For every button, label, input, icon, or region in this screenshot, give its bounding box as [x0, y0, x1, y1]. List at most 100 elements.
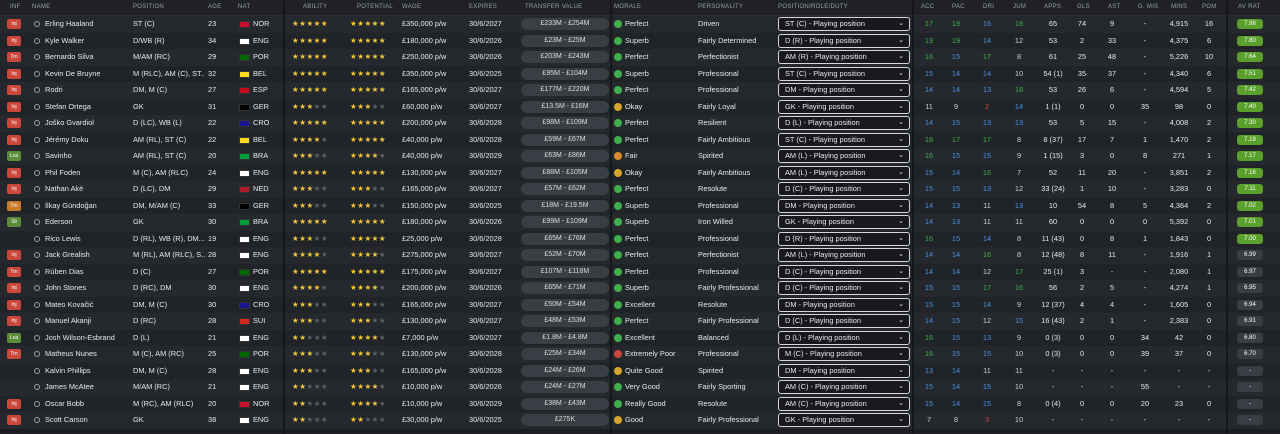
table-row[interactable]: Rico Lewis D (RL), WB (R), DM... 19 ENG ★★★★…	[0, 230, 1280, 248]
status-badge[interactable]: Inj	[7, 118, 21, 128]
transfer-value[interactable]: £88M - £105M	[521, 166, 609, 179]
player-name[interactable]: Manuel Akanji	[45, 313, 130, 330]
header-potential[interactable]: POTENTIAL	[357, 4, 393, 10]
role-dropdown[interactable]: ST (C) - Playing position ⌄	[778, 132, 910, 147]
table-row[interactable]: Trn Rúben Dias D (C) 27 POR ★★★★★ ★★★★★ £175,00…	[0, 263, 1280, 281]
status-badge[interactable]: Inj	[7, 85, 21, 95]
player-name[interactable]: Ederson	[45, 214, 130, 231]
transfer-value[interactable]: £275K	[521, 414, 609, 426]
transfer-value[interactable]: £107M - £118M	[521, 265, 609, 278]
transfer-value[interactable]: £24M - £26M	[521, 364, 609, 377]
transfer-value[interactable]: £99M - £109M	[521, 216, 609, 228]
player-name[interactable]: Scott Carson	[45, 412, 130, 429]
table-row[interactable]: Inj Rodri DM, M (C) 27 ESP ★★★★★ ★★★★★ £165,000…	[0, 82, 1280, 99]
transfer-value[interactable]: £65M - £71M	[521, 282, 609, 294]
role-dropdown[interactable]: D (C) - Playing position ⌄	[778, 264, 910, 279]
transfer-value[interactable]: £59M - £67M	[521, 133, 609, 146]
status-badge[interactable]: Loa	[7, 332, 21, 343]
header-pom[interactable]: POM	[1202, 4, 1217, 10]
header-gls[interactable]: GLS	[1077, 4, 1090, 10]
role-dropdown[interactable]: ST (C) - Playing position ⌄	[778, 17, 910, 31]
status-badge[interactable]: Inj	[7, 68, 21, 79]
role-dropdown[interactable]: AM (C) - Playing position ⌄	[778, 380, 910, 394]
table-row[interactable]: Loa Josh Wilson-Esbrand D (L) 21 ENG ★★★★★ ★★★…	[0, 329, 1280, 346]
transfer-value[interactable]: £23M - £25M	[521, 34, 609, 47]
player-name[interactable]: Phil Foden	[45, 165, 130, 182]
player-name[interactable]: Kalvin Phillips	[45, 363, 130, 380]
table-row[interactable]: Inj Oscar Bobb M (RC), AM (RLC) 20 NOR ★★★★★ ★…	[0, 395, 1280, 413]
transfer-value[interactable]: £57M - £62M	[521, 183, 609, 195]
role-dropdown[interactable]: GK - Playing position ⌄	[778, 215, 910, 229]
player-name[interactable]: Nathan Aké	[45, 181, 130, 198]
player-name[interactable]: Oscar Bobb	[45, 396, 130, 413]
status-badge[interactable]: Trn	[7, 52, 21, 62]
header-ability[interactable]: ABILITY	[303, 4, 327, 10]
transfer-value[interactable]: £18M - £19.5M	[521, 199, 609, 212]
header-personality[interactable]: PERSONALITY	[698, 4, 743, 10]
table-row[interactable]: Trn Matheus Nunes M (C), AM (RC) 25 POR ★★★★★…	[0, 346, 1280, 363]
table-row[interactable]: Inj Erling Haaland ST (C) 23 NOR ★★★★★ ★★★★★ £3…	[0, 16, 1280, 33]
role-dropdown[interactable]: AM (R) - Playing position ⌄	[778, 50, 910, 64]
table-row[interactable]: Trn Bernardo Silva M/AM (RC) 29 POR ★★★★★ ★★★★…	[0, 49, 1280, 66]
transfer-value[interactable]: £48M - £53M	[521, 315, 609, 327]
table-row[interactable]: Inj Jack Grealish M (RL), AM (RLC), S... 28…	[0, 247, 1280, 264]
player-name[interactable]: Kevin De Bruyne	[45, 66, 130, 83]
role-dropdown[interactable]: D (C) - Playing position ⌄	[778, 182, 910, 196]
table-row[interactable]: Loa Savinho AM (RL), ST (C) 20 BRA ★★★★★ ★★★★★…	[0, 148, 1280, 165]
role-dropdown[interactable]: DM - Playing position ⌄	[778, 198, 910, 213]
header-name[interactable]: NAME	[32, 4, 51, 10]
player-name[interactable]: Rúben Dias	[45, 264, 130, 281]
player-name[interactable]: Rodri	[45, 82, 130, 99]
player-name[interactable]: Kyle Walker	[45, 33, 130, 50]
status-badge[interactable]: Inj	[7, 134, 21, 145]
header-gmis[interactable]: G. MIS	[1138, 4, 1158, 10]
table-row[interactable]: Inj Manuel Akanji D (RC) 28 SUI ★★★★★ ★★★★★ £13…	[0, 313, 1280, 330]
header-acc[interactable]: ACC	[921, 4, 935, 10]
player-name[interactable]: Erling Haaland	[45, 16, 130, 33]
player-name[interactable]: Mateo Kovačić	[45, 297, 130, 314]
status-badge[interactable]: Trn	[7, 349, 21, 359]
role-dropdown[interactable]: D (L) - Playing position ⌄	[778, 330, 910, 345]
status-badge[interactable]: Inj	[7, 35, 21, 46]
header-ast[interactable]: AST	[1108, 4, 1121, 10]
status-badge[interactable]: Inj	[7, 398, 21, 409]
role-dropdown[interactable]: D (C) - Playing position ⌄	[778, 281, 910, 295]
transfer-value[interactable]: £1.8M - £4.8M	[521, 331, 609, 344]
table-row[interactable]: Inj Kyle Walker D/WB (R) 34 ENG ★★★★★ ★★★★★ £18…	[0, 32, 1280, 50]
status-badge[interactable]: Inj	[7, 250, 21, 260]
transfer-value[interactable]: £24M - £27M	[521, 381, 609, 393]
role-dropdown[interactable]: DM - Playing position ⌄	[778, 363, 910, 378]
header-position[interactable]: POSITION	[133, 4, 164, 10]
status-badge[interactable]: Inj	[7, 283, 21, 293]
transfer-value[interactable]: £52M - £70M	[521, 249, 609, 261]
player-name[interactable]: Savinho	[45, 148, 130, 165]
status-badge[interactable]: Inj	[7, 19, 21, 29]
status-badge[interactable]: Inj	[7, 167, 21, 178]
role-dropdown[interactable]: AM (L) - Playing position ⌄	[778, 248, 910, 262]
table-row[interactable]: Inj Joško Gvardiol D (LC), WB (L) 22 CRO ★★★★…	[0, 115, 1280, 132]
role-dropdown[interactable]: D (L) - Playing position ⌄	[778, 116, 910, 130]
status-badge[interactable]: Inj	[7, 415, 21, 425]
table-row[interactable]: Inj Jérémy Doku AM (RL), ST (C) 22 BEL ★★★★★ ★…	[0, 131, 1280, 149]
table-row[interactable]: Inj Nathan Aké D (LC), DM 29 NED ★★★★★ ★★★★★ £1…	[0, 181, 1280, 198]
role-dropdown[interactable]: D (C) - Playing position ⌄	[778, 314, 910, 328]
role-dropdown[interactable]: AM (L) - Playing position ⌄	[778, 165, 910, 180]
player-name[interactable]: Rico Lewis	[45, 231, 130, 248]
header-inf[interactable]: INF	[10, 4, 21, 10]
header-expires[interactable]: EXPIRES	[469, 4, 497, 10]
player-name[interactable]: Jérémy Doku	[45, 132, 130, 149]
role-dropdown[interactable]: M (C) - Playing position ⌄	[778, 347, 910, 361]
player-name[interactable]: Stefan Ortega	[45, 99, 130, 116]
transfer-value[interactable]: £233M - £254M	[521, 18, 609, 30]
header-morale[interactable]: MORALE	[614, 4, 641, 10]
player-name[interactable]: Jack Grealish	[45, 247, 130, 264]
transfer-value[interactable]: £203M - £243M	[521, 51, 609, 63]
table-row[interactable]: Inj Scott Carson GK 38 ENG ★★★★★ ★★★★★ £30,000 …	[0, 412, 1280, 429]
status-badge[interactable]: Sli	[7, 217, 21, 227]
status-badge[interactable]: Inj	[7, 316, 21, 326]
transfer-value[interactable]: £177M - £220M	[521, 84, 609, 96]
role-dropdown[interactable]: GK - Playing position ⌄	[778, 413, 910, 427]
header-dri[interactable]: DRI	[983, 4, 994, 10]
header-age[interactable]: AGE	[208, 4, 222, 10]
player-name[interactable]: Joško Gvardiol	[45, 115, 130, 132]
